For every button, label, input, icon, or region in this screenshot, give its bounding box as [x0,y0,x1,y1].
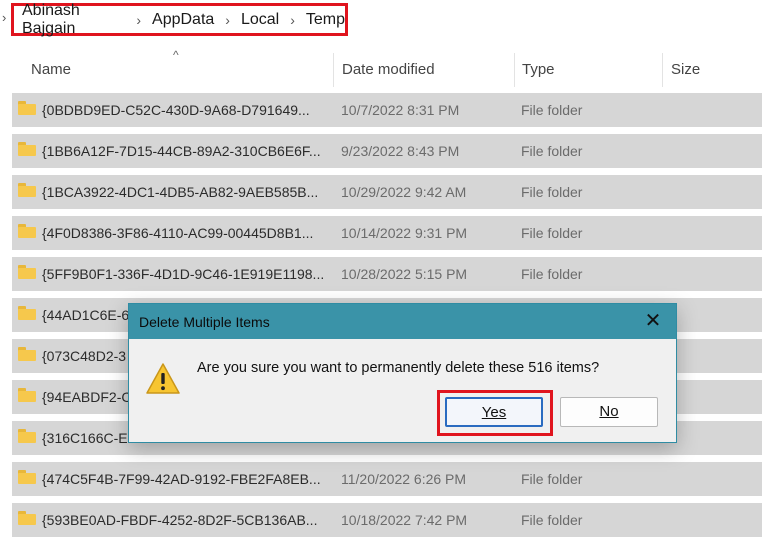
list-item[interactable]: {1BB6A12F-7D15-44CB-89A2-310CB6E6F... 9/… [12,134,762,168]
no-button-label: No [599,403,619,420]
list-item[interactable]: {4F0D8386-3F86-4110-AC99-00445D8B1... 10… [12,216,762,250]
column-header-date-modified[interactable]: Date modified [334,45,514,87]
folder-icon [18,511,36,525]
breadcrumb-item-local[interactable]: Local [241,11,279,29]
breadcrumb-item-temp[interactable]: Temp [306,11,345,29]
item-type: File folder [521,471,583,487]
item-date: 10/14/2022 9:31 PM [341,225,468,241]
item-type: File folder [521,184,583,200]
dialog-message: Are you sure you want to permanently del… [197,360,600,376]
item-date: 11/20/2022 6:26 PM [341,471,467,487]
folder-icon [18,101,36,115]
list-item[interactable]: {474C5F4B-7F99-42AD-9192-FBE2FA8EB... 11… [12,462,762,496]
folder-icon [18,224,36,238]
item-name: {474C5F4B-7F99-42AD-9192-FBE2FA8EB... [42,471,321,487]
folder-icon [18,265,36,279]
folder-icon [18,306,36,320]
folder-icon [18,183,36,197]
folder-icon [18,429,36,443]
breadcrumb-item-appdata[interactable]: AppData [152,11,214,29]
breadcrumb-item-user[interactable]: Abinash Bajgain [22,2,125,38]
item-type: File folder [521,512,583,528]
breadcrumb: Abinash Bajgain › AppData › Local › Temp [11,2,348,38]
item-type: File folder [521,143,583,159]
column-header-type[interactable]: Type [514,45,662,87]
item-name: {4F0D8386-3F86-4110-AC99-00445D8B1... [42,225,314,241]
column-header-size[interactable]: Size [663,45,763,87]
dialog-title-bar[interactable]: Delete Multiple Items ✕ [129,304,676,339]
chevron-right-icon[interactable]: › [136,12,141,28]
dialog-title: Delete Multiple Items [139,314,270,330]
folder-icon [18,142,36,156]
yes-button-label: Yes [481,404,507,421]
folder-icon [18,347,36,361]
item-date: 10/29/2022 9:42 AM [341,184,467,200]
item-name: {5FF9B0F1-336F-4D1D-9C46-1E919E1198... [42,266,325,282]
folder-icon [18,388,36,402]
chevron-right-icon[interactable]: › [225,12,230,28]
item-date: 10/18/2022 7:42 PM [341,512,468,528]
list-item[interactable]: {5FF9B0F1-336F-4D1D-9C46-1E919E1198... 1… [12,257,762,291]
item-date: 10/7/2022 8:31 PM [341,102,460,118]
folder-icon [18,470,36,484]
chevron-right-icon[interactable]: › [290,12,295,28]
item-date: 9/23/2022 8:43 PM [341,143,460,159]
yes-button[interactable]: Yes [445,397,543,427]
list-item[interactable]: {1BCA3922-4DC1-4DB5-AB82-9AEB585B... 10/… [12,175,762,209]
item-type: File folder [521,266,583,282]
warning-icon [146,363,180,394]
delete-confirmation-dialog: Delete Multiple Items ✕ Are you sure you… [128,303,677,443]
item-date: 10/28/2022 5:15 PM [341,266,468,282]
item-name: {1BCA3922-4DC1-4DB5-AB82-9AEB585B... [42,184,319,200]
item-type: File folder [521,225,583,241]
sort-ascending-icon: ^ [173,48,179,62]
no-button[interactable]: No [560,397,658,427]
item-type: File folder [521,102,583,118]
list-item[interactable]: {593BE0AD-FBDF-4252-8D2F-5CB136AB... 10/… [12,503,762,537]
breadcrumb-overflow-chevron[interactable]: › [2,10,6,25]
column-headers: Name Date modified Type Size [0,45,767,87]
list-item[interactable]: {0BDBD9ED-C52C-430D-9A68-D791649... 10/7… [12,93,762,127]
item-name: {1BB6A12F-7D15-44CB-89A2-310CB6E6F... [42,143,321,159]
item-name: {593BE0AD-FBDF-4252-8D2F-5CB136AB... [42,512,318,528]
address-bar: › Abinash Bajgain › AppData › Local › Te… [0,0,767,40]
item-name: {0BDBD9ED-C52C-430D-9A68-D791649... [42,102,310,118]
close-icon[interactable]: ✕ [642,310,664,332]
